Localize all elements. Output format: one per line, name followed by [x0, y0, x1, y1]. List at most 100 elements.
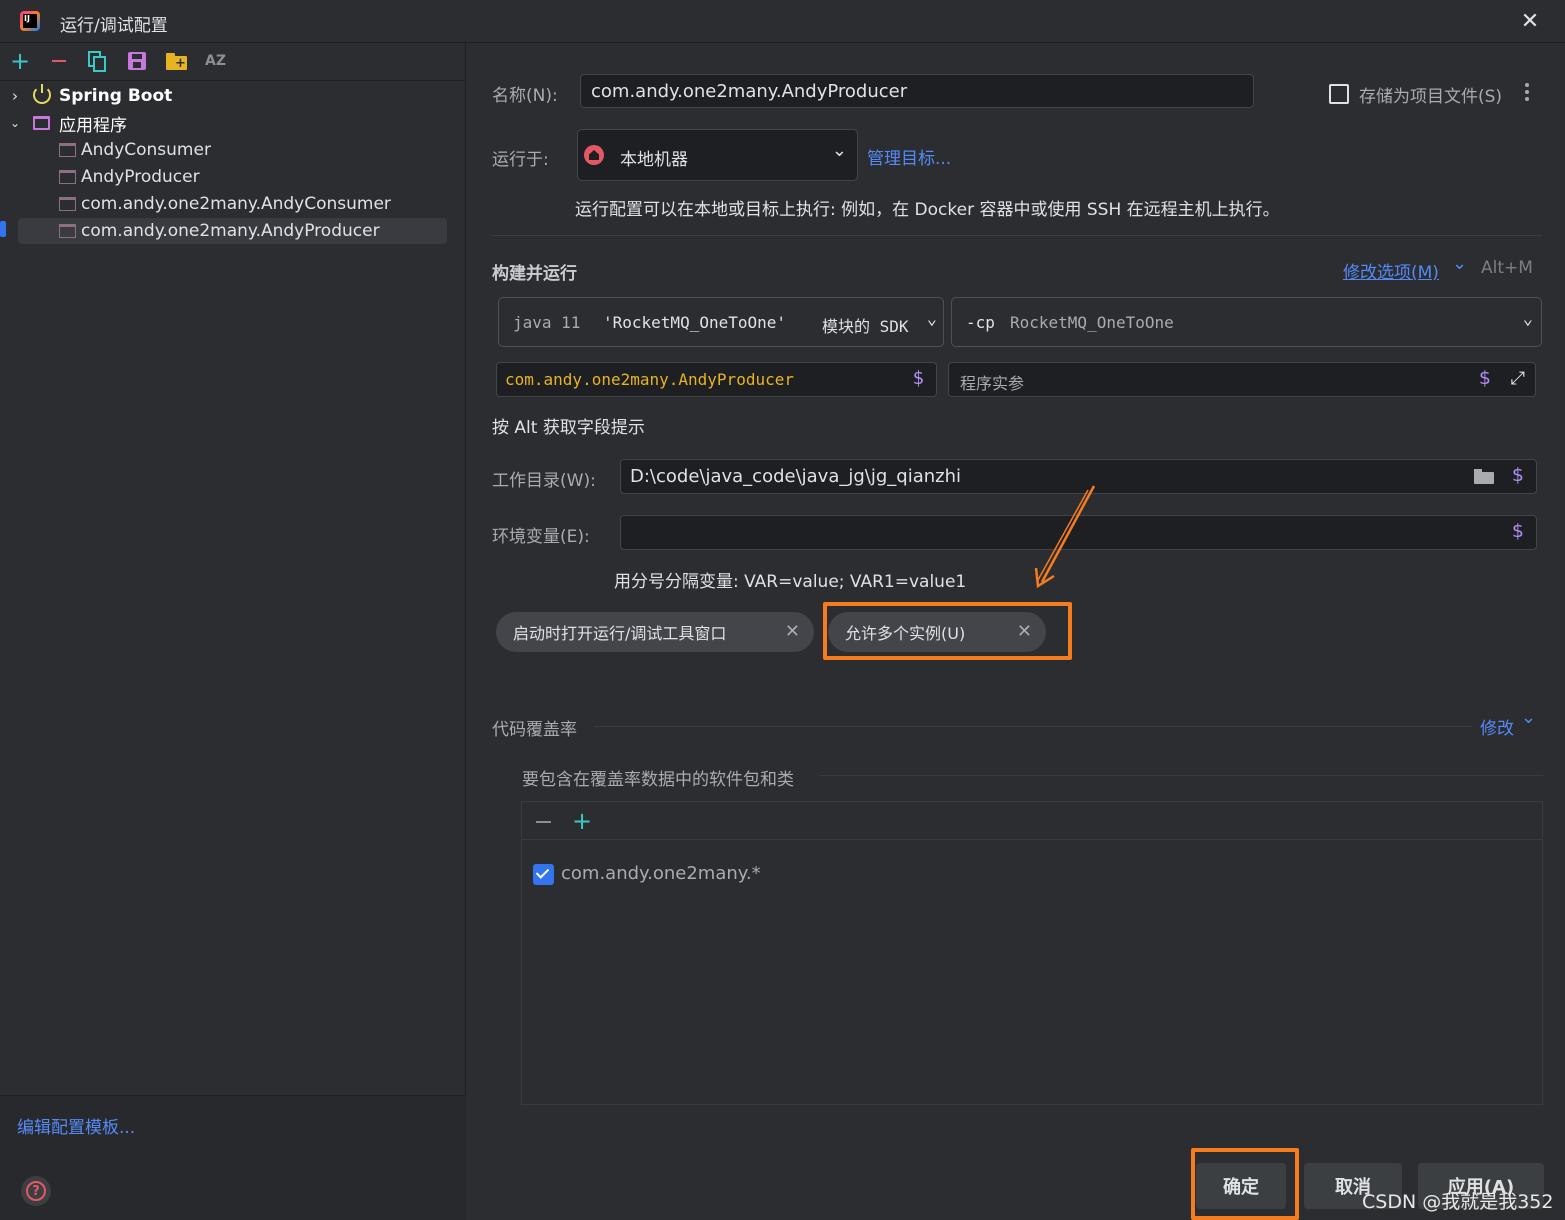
- edit-templates-link[interactable]: 编辑配置模板...: [17, 1113, 135, 1138]
- config-tree: › Spring Boot ⌄ 应用程序 AndyConsumer AndyPr…: [0, 83, 466, 283]
- chevron-down-icon[interactable]: ⌄: [1452, 253, 1467, 274]
- coverage-packages-title: 要包含在覆盖率数据中的软件包和类: [522, 770, 794, 790]
- sidebar: + + AZ › Spring Boot ⌄ 应用程序 AndyConsumer…: [0, 43, 466, 1220]
- main-class-value: com.andy.one2many.AndyProducer: [505, 370, 794, 389]
- tree-item-andy-consumer[interactable]: AndyConsumer: [0, 137, 466, 163]
- tag-label: 启动时打开运行/调试工具窗口: [513, 624, 727, 643]
- main-class-field[interactable]: com.andy.one2many.AndyProducer $: [496, 362, 937, 397]
- run-on-label: 运行于:: [492, 150, 549, 170]
- alt-hint: 按 Alt 获取字段提示: [492, 418, 645, 438]
- remove-tag-icon[interactable]: ✕: [1017, 621, 1032, 642]
- copy-icon[interactable]: [88, 51, 108, 73]
- coverage-title: 代码覆盖率: [492, 720, 577, 740]
- coverage-item-checkbox[interactable]: [533, 864, 554, 885]
- sort-az-icon[interactable]: AZ: [205, 53, 226, 69]
- cp-value: RocketMQ_OneToOne: [1010, 313, 1174, 332]
- tree-group-spring-boot[interactable]: › Spring Boot: [0, 83, 466, 109]
- config-form: 名称(N): com.andy.one2many.AndyProducer 存储…: [467, 43, 1565, 1220]
- remove-icon[interactable]: [536, 821, 551, 823]
- run-on-hint: 运行配置可以在本地或目标上执行: 例如，在 Docker 容器中或使用 SSH …: [575, 200, 1280, 220]
- program-args-placeholder: 程序实参: [960, 374, 1025, 393]
- divider: [594, 726, 1472, 727]
- sidebar-footer: 编辑配置模板... ?: [0, 1095, 466, 1220]
- window-title: 运行/调试配置: [60, 16, 168, 36]
- chevron-down-icon[interactable]: ⌄: [8, 116, 22, 130]
- application-config-icon: [59, 170, 76, 184]
- sdk-java: java 11: [513, 313, 581, 332]
- ok-button[interactable]: 确定: [1196, 1163, 1286, 1209]
- cp-prefix: -cp: [966, 313, 995, 332]
- chevron-down-icon: ⌄: [831, 140, 847, 161]
- tag-label: 允许多个实例(U): [845, 624, 966, 643]
- title-bar: IJ 运行/调试配置 ✕: [0, 0, 1565, 43]
- watermark: CSDN @我就是我352: [1362, 1191, 1554, 1213]
- application-config-icon: [59, 197, 76, 211]
- close-icon[interactable]: ✕: [1518, 9, 1542, 34]
- store-as-file-label: 存储为项目文件(S): [1359, 87, 1503, 107]
- classpath-select[interactable]: -cp RocketMQ_OneToOne ⌄: [951, 297, 1542, 347]
- home-icon: [584, 145, 604, 165]
- chevron-down-icon: ⌄: [1522, 309, 1533, 329]
- tree-label: 应用程序: [59, 115, 127, 136]
- chevron-right-icon[interactable]: ›: [9, 87, 21, 105]
- save-icon[interactable]: [128, 52, 146, 70]
- tree-label: com.andy.one2many.AndyProducer: [81, 221, 380, 241]
- help-icon[interactable]: ?: [21, 1176, 51, 1206]
- folder-add-icon[interactable]: +: [166, 53, 187, 70]
- name-field[interactable]: com.andy.one2many.AndyProducer: [580, 74, 1254, 108]
- application-icon: [33, 116, 50, 130]
- name-value: com.andy.one2many.AndyProducer: [591, 81, 908, 102]
- chevron-down-icon[interactable]: ⌄: [1521, 707, 1536, 728]
- name-label: 名称(N):: [492, 86, 558, 106]
- modify-shortcut: Alt+M: [1481, 258, 1533, 278]
- tree-label: AndyProducer: [81, 167, 200, 187]
- tree-item-andy-producer[interactable]: AndyProducer: [0, 164, 466, 190]
- manage-targets-link[interactable]: 管理目标...: [867, 144, 951, 169]
- application-config-icon: [59, 143, 76, 157]
- tree-label: AndyConsumer: [81, 140, 211, 160]
- application-config-icon: [59, 224, 76, 238]
- coverage-list-toolbar: +: [522, 802, 1542, 840]
- coverage-modify-link[interactable]: 修改: [1480, 714, 1514, 739]
- sdk-select[interactable]: java 11 'RocketMQ_OneToOne' 模块的 SDK ⌄: [498, 297, 944, 347]
- modify-options-link[interactable]: 修改选项(M): [1343, 258, 1439, 283]
- program-args-field[interactable]: 程序实参 $ ⤢: [948, 362, 1536, 397]
- add-icon[interactable]: +: [10, 47, 30, 75]
- coverage-list: + com.andy.one2many.*: [521, 801, 1543, 1105]
- sdk-module: 'RocketMQ_OneToOne': [603, 313, 787, 332]
- divider: [819, 775, 1543, 776]
- folder-icon[interactable]: [1474, 469, 1494, 484]
- chevron-down-icon: ⌄: [926, 309, 937, 329]
- macro-dollar-icon[interactable]: $: [1479, 367, 1491, 389]
- sidebar-toolbar: + + AZ: [0, 43, 466, 81]
- expand-icon[interactable]: ⤢: [1511, 368, 1525, 389]
- remove-tag-icon[interactable]: ✕: [785, 621, 800, 642]
- build-run-title: 构建并运行: [492, 264, 577, 284]
- app-logo-icon: IJ: [20, 11, 40, 31]
- tag-allow-multiple-instances[interactable]: 允许多个实例(U) ✕: [828, 612, 1046, 652]
- macro-dollar-icon[interactable]: $: [1512, 520, 1524, 542]
- store-as-file-checkbox[interactable]: [1329, 84, 1349, 104]
- tree-item-one2many-consumer[interactable]: com.andy.one2many.AndyConsumer: [0, 191, 466, 217]
- run-on-select[interactable]: 本地机器 ⌄: [577, 129, 858, 181]
- env-label: 环境变量(E):: [492, 527, 590, 547]
- sdk-suffix: 模块的 SDK: [822, 317, 909, 336]
- add-icon[interactable]: +: [572, 807, 592, 835]
- tag-open-tool-window[interactable]: 启动时打开运行/调试工具窗口 ✕: [496, 612, 814, 652]
- tree-label: Spring Boot: [59, 86, 173, 106]
- run-on-value: 本地机器: [620, 150, 688, 170]
- arrow-annotation-icon: [1034, 485, 1096, 589]
- macro-dollar-icon[interactable]: $: [1512, 464, 1524, 486]
- tree-label: com.andy.one2many.AndyConsumer: [81, 194, 391, 214]
- workdir-label: 工作目录(W):: [492, 471, 596, 491]
- divider: [492, 235, 1542, 236]
- tree-group-application[interactable]: ⌄ 应用程序: [0, 110, 466, 136]
- coverage-item-label: com.andy.one2many.*: [561, 863, 761, 884]
- macro-dollar-icon[interactable]: $: [913, 367, 924, 389]
- remove-icon[interactable]: [49, 51, 69, 71]
- env-hint: 用分号分隔变量: VAR=value; VAR1=value1: [614, 572, 967, 592]
- tree-item-one2many-producer[interactable]: com.andy.one2many.AndyProducer: [18, 218, 447, 244]
- more-options-icon[interactable]: [1525, 83, 1529, 101]
- workdir-value: D:\code\java_code\java_jg\jg_qianzhi: [630, 466, 962, 487]
- spring-boot-icon: [33, 84, 51, 104]
